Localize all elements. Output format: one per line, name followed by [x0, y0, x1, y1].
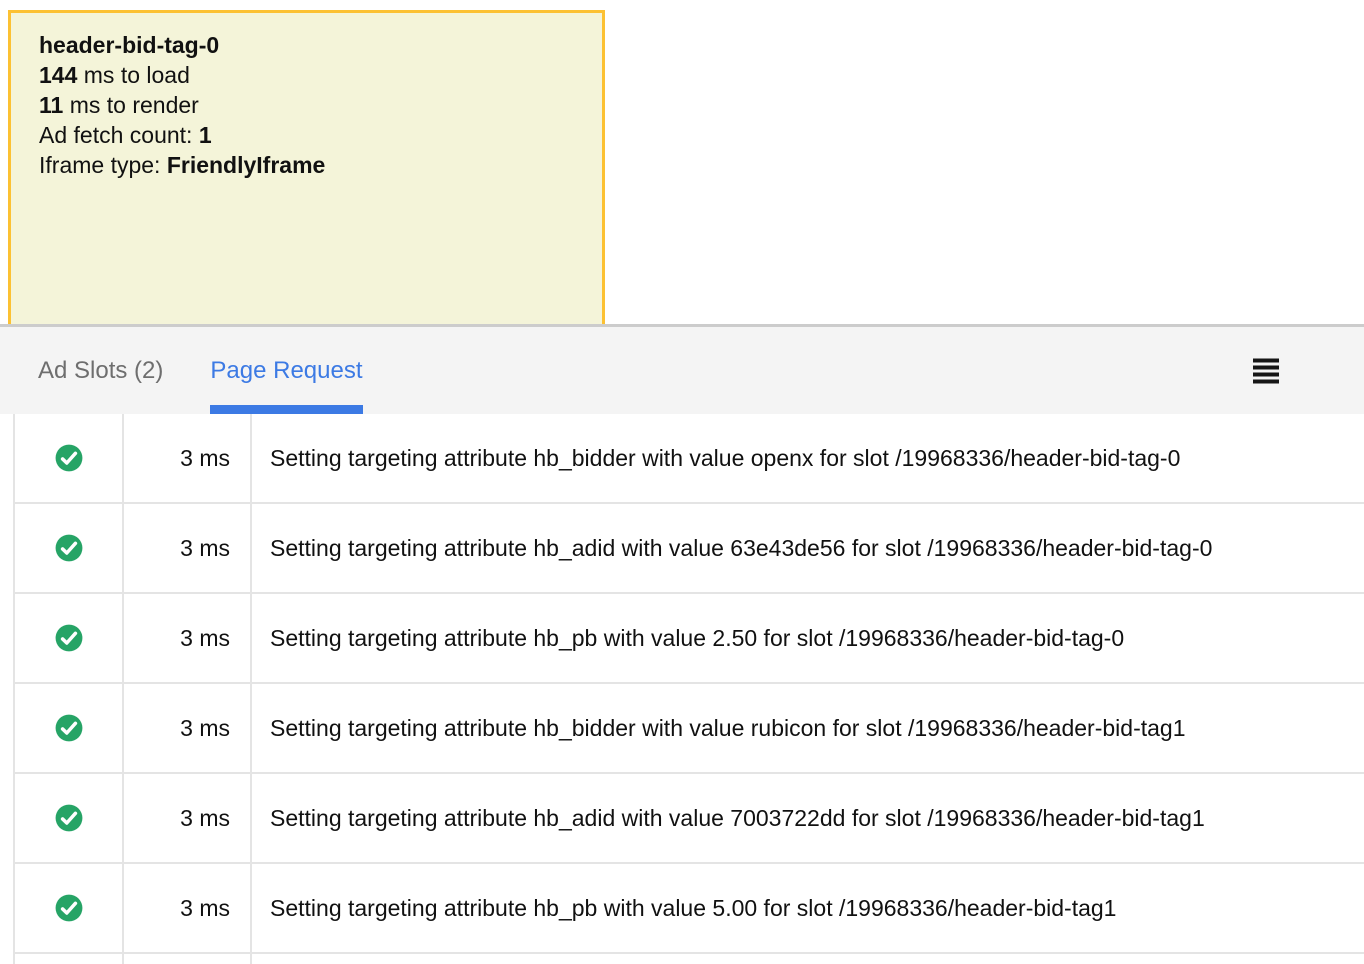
slot-title: header-bid-tag-0 [39, 30, 574, 60]
log-row: 3 ms Setting targeting attribute hb_adid… [13, 774, 1364, 864]
success-check-icon [55, 534, 83, 562]
log-row-time: 3 ms [124, 594, 252, 682]
log-row-status-cell [13, 414, 124, 502]
log-row-time: 3 ms [124, 774, 252, 862]
log-row-time: 3 ms [124, 504, 252, 592]
fetch-count-value: 1 [199, 122, 212, 148]
console-tab-bar: Ad Slots (2) Page Request [0, 324, 1364, 414]
tab-page-request[interactable]: Page Request [210, 327, 362, 414]
slot-fetch-count: Ad fetch count: 1 [39, 120, 574, 150]
iframe-type-value: FriendlyIframe [167, 152, 326, 178]
fetch-count-label: Ad fetch count: [39, 122, 199, 148]
log-row-time: 3 ms [124, 684, 252, 772]
render-time-label: ms to render [63, 92, 199, 118]
log-row-status-cell [13, 864, 124, 952]
log-row-time: 3 ms [124, 864, 252, 952]
slot-load-time: 144 ms to load [39, 60, 574, 90]
log-row-message: Setting targeting attribute hb_adid with… [252, 504, 1364, 592]
tab-ad-slots[interactable]: Ad Slots (2) [38, 327, 163, 414]
load-time-value: 144 [39, 62, 77, 88]
log-row-status-cell [13, 504, 124, 592]
render-time-value: 11 [39, 92, 63, 118]
slot-render-time: 11 ms to render [39, 90, 574, 120]
success-check-icon [55, 804, 83, 832]
success-check-icon [55, 444, 83, 472]
console-menu-button[interactable] [1253, 358, 1279, 383]
log-row-status-cell [13, 774, 124, 862]
log-row-message [252, 954, 1364, 964]
success-check-icon [55, 894, 83, 922]
ad-slot-info-bubble: header-bid-tag-0 144 ms to load 11 ms to… [8, 10, 605, 324]
log-row [13, 954, 1364, 964]
log-row: 3 ms Setting targeting attribute hb_pb w… [13, 594, 1364, 684]
page-top-area: header-bid-tag-0 144 ms to load 11 ms to… [0, 0, 1364, 324]
log-table: 3 ms Setting targeting attribute hb_bidd… [13, 414, 1364, 964]
slot-iframe-type: Iframe type: FriendlyIframe [39, 150, 574, 180]
iframe-type-label: Iframe type: [39, 152, 167, 178]
success-check-icon [55, 714, 83, 742]
log-row-time: 3 ms [124, 414, 252, 502]
success-check-icon [55, 624, 83, 652]
log-row-status-cell [13, 684, 124, 772]
log-row: 3 ms Setting targeting attribute hb_bidd… [13, 414, 1364, 504]
log-row: 3 ms Setting targeting attribute hb_bidd… [13, 684, 1364, 774]
log-row-message: Setting targeting attribute hb_bidder wi… [252, 414, 1364, 502]
log-row-status-cell [13, 594, 124, 682]
log-row-message: Setting targeting attribute hb_bidder wi… [252, 684, 1364, 772]
load-time-label: ms to load [77, 62, 190, 88]
log-row: 3 ms Setting targeting attribute hb_pb w… [13, 864, 1364, 954]
log-row: 3 ms Setting targeting attribute hb_adid… [13, 504, 1364, 594]
log-row-message: Setting targeting attribute hb_pb with v… [252, 594, 1364, 682]
list-menu-icon [1253, 358, 1279, 383]
log-row-message: Setting targeting attribute hb_adid with… [252, 774, 1364, 862]
log-row-time [124, 954, 252, 964]
log-row-status-cell [13, 954, 124, 964]
log-row-message: Setting targeting attribute hb_pb with v… [252, 864, 1364, 952]
